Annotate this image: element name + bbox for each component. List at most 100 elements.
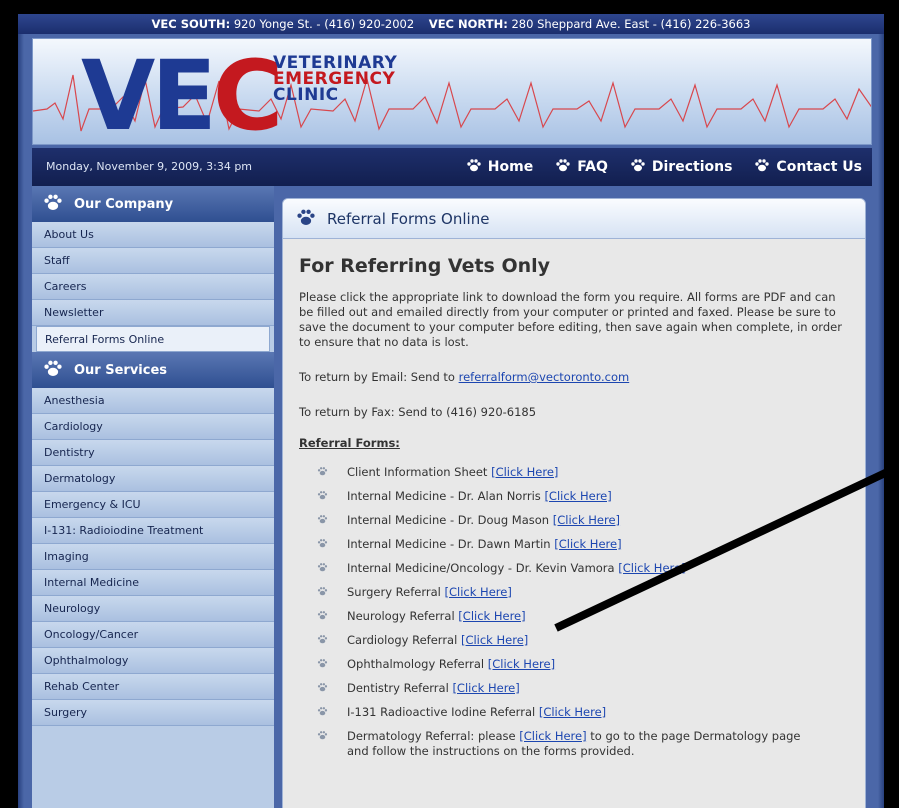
form-click-here-link[interactable]: [Click Here] <box>618 561 685 575</box>
form-text: Client Information Sheet [Click Here] <box>347 465 817 480</box>
sidebar-item-newsletter[interactable]: Newsletter <box>32 300 274 326</box>
clinic-wordmark: VETERINARY EMERGENCY CLINIC <box>273 55 397 104</box>
form-list-item: Internal Medicine/Oncology - Dr. Kevin V… <box>317 561 851 577</box>
form-text: Ophthalmology Referral [Click Here] <box>347 657 817 672</box>
form-list-item: I-131 Radioactive Iodine Referral [Click… <box>317 705 851 721</box>
paw-icon <box>466 158 482 176</box>
form-label: Dermatology Referral: please <box>347 729 520 743</box>
sidebar-item-surgery[interactable]: Surgery <box>32 700 274 726</box>
vec-logo: VEC <box>81 47 283 144</box>
address-strip: VEC SOUTH: 920 Yonge St. - (416) 920-200… <box>18 14 884 34</box>
form-click-here-link[interactable]: [Click Here] <box>452 681 519 695</box>
paw-icon <box>555 158 571 176</box>
sidebar-item-dentistry[interactable]: Dentistry <box>32 440 274 466</box>
form-label: I-131 Radioactive Iodine Referral <box>347 705 539 719</box>
south-label: VEC SOUTH: <box>151 17 231 31</box>
referral-forms-heading: Referral Forms: <box>299 436 400 450</box>
form-text: Dentistry Referral [Click Here] <box>347 681 817 696</box>
referral-forms-list: Client Information Sheet [Click Here] Int… <box>317 465 851 759</box>
nav-faq-link[interactable]: FAQ <box>543 148 618 186</box>
page-title: For Referring Vets Only <box>299 255 551 277</box>
paw-bullet-icon <box>317 681 347 697</box>
form-label: Client Information Sheet <box>347 465 492 479</box>
paw-icon <box>630 158 646 176</box>
paw-bullet-icon <box>317 633 347 649</box>
form-text: Internal Medicine/Oncology - Dr. Kevin V… <box>347 561 817 576</box>
north-address: 280 Sheppard Ave. East - (416) 226-3663 <box>511 17 751 31</box>
form-click-here-link[interactable]: [Click Here] <box>491 465 558 479</box>
paw-bullet-icon <box>317 537 347 553</box>
email-line: To return by Email: Send to referralform… <box>299 370 851 385</box>
form-list-item: Surgery Referral [Click Here] <box>317 585 851 601</box>
form-label: Cardiology Referral <box>347 633 461 647</box>
paw-icon <box>754 158 770 176</box>
form-list-item: Internal Medicine - Dr. Alan Norris [Cli… <box>317 489 851 505</box>
sidebar-item-anesthesia[interactable]: Anesthesia <box>32 388 274 414</box>
logo-letter-e: E <box>151 40 217 145</box>
form-click-here-link[interactable]: [Click Here] <box>544 489 611 503</box>
form-click-here-link[interactable]: [Click Here] <box>488 657 555 671</box>
fax-line: To return by Fax: Send to (416) 920-6185 <box>299 405 537 419</box>
email-link[interactable]: referralform@vectoronto.com <box>459 370 630 384</box>
form-list-item: Dentistry Referral [Click Here] <box>317 681 851 697</box>
form-click-here-link[interactable]: [Click Here] <box>553 513 620 527</box>
sidebar-item-careers[interactable]: Careers <box>32 274 274 300</box>
paw-icon <box>42 193 64 215</box>
nav-directions-link[interactable]: Directions <box>618 148 743 186</box>
our-company-label: Our Company <box>74 196 174 212</box>
sidebar-item-dermatology[interactable]: Dermatology <box>32 466 274 492</box>
our-services-heading: Our Services <box>32 352 274 388</box>
current-date: Monday, November 9, 2009, 3:34 pm <box>46 160 253 173</box>
nav-directions-label: Directions <box>651 159 733 175</box>
sidebar-item-cardiology[interactable]: Cardiology <box>32 414 274 440</box>
content-header-label: Referral Forms Online <box>327 209 490 228</box>
sidebar-item-internal-medicine[interactable]: Internal Medicine <box>32 570 274 596</box>
content-panel: Referral Forms Online For Referring Vets… <box>282 198 866 808</box>
form-list-item: Dermatology Referral: please [Click Here… <box>317 729 851 759</box>
form-click-here-link[interactable]: [Click Here] <box>539 705 606 719</box>
paw-bullet-icon <box>317 585 347 601</box>
browser-viewport: VEC SOUTH: 920 Yonge St. - (416) 920-200… <box>0 0 899 808</box>
form-text: Cardiology Referral [Click Here] <box>347 633 817 648</box>
nav-contact-link[interactable]: Contact Us <box>742 148 872 186</box>
paw-bullet-icon <box>317 513 347 529</box>
form-list-item: Internal Medicine - Dr. Dawn Martin [Cli… <box>317 537 851 553</box>
paw-bullet-icon <box>317 561 347 577</box>
form-click-here-link[interactable]: [Click Here] <box>519 729 586 743</box>
form-label: Neurology Referral <box>347 609 459 623</box>
sidebar-item-oncology[interactable]: Oncology/Cancer <box>32 622 274 648</box>
sidebar-item-neurology[interactable]: Neurology <box>32 596 274 622</box>
form-label: Internal Medicine/Oncology - Dr. Kevin V… <box>347 561 619 575</box>
sidebar-item-about-us[interactable]: About Us <box>32 222 274 248</box>
form-list-item: Cardiology Referral [Click Here] <box>317 633 851 649</box>
site-banner: VEC VETERINARY EMERGENCY CLINIC <box>32 38 872 145</box>
form-click-here-link[interactable]: [Click Here] <box>445 585 512 599</box>
sidebar-item-rehab[interactable]: Rehab Center <box>32 674 274 700</box>
form-label: Ophthalmology Referral <box>347 657 488 671</box>
form-list-item: Neurology Referral [Click Here] <box>317 609 851 625</box>
content-header: Referral Forms Online <box>283 199 865 239</box>
nav-home-link[interactable]: Home <box>454 148 543 186</box>
form-click-here-link[interactable]: [Click Here] <box>458 609 525 623</box>
sidebar-item-emergency-icu[interactable]: Emergency & ICU <box>32 492 274 518</box>
form-label: Internal Medicine - Dr. Alan Norris <box>347 489 545 503</box>
sidebar-item-i131[interactable]: I-131: Radioiodine Treatment <box>32 518 274 544</box>
nav-faq-label: FAQ <box>577 159 608 175</box>
form-label: Surgery Referral <box>347 585 445 599</box>
form-click-here-link[interactable]: [Click Here] <box>554 537 621 551</box>
sidebar-item-referral-forms[interactable]: Referral Forms Online <box>36 326 270 352</box>
form-text: Internal Medicine - Dr. Doug Mason [Clic… <box>347 513 817 528</box>
south-address: 920 Yonge St. - (416) 920-2002 <box>233 17 415 31</box>
sidebar-item-staff[interactable]: Staff <box>32 248 274 274</box>
nav-links: Home FAQ Directions Contact Us <box>454 148 872 186</box>
top-navigation: Monday, November 9, 2009, 3:34 pm Home F… <box>32 148 872 186</box>
nav-contact-label: Contact Us <box>776 159 862 175</box>
sidebar-item-imaging[interactable]: Imaging <box>32 544 274 570</box>
nav-home-label: Home <box>487 159 534 175</box>
form-click-here-link[interactable]: [Click Here] <box>461 633 528 647</box>
sidebar-item-ophthalmology[interactable]: Ophthalmology <box>32 648 274 674</box>
form-list-item: Client Information Sheet [Click Here] <box>317 465 851 481</box>
our-company-heading: Our Company <box>32 186 274 222</box>
form-text: Internal Medicine - Dr. Dawn Martin [Cli… <box>347 537 817 552</box>
sidebar: Our Company About Us Staff Careers Newsl… <box>32 186 274 808</box>
